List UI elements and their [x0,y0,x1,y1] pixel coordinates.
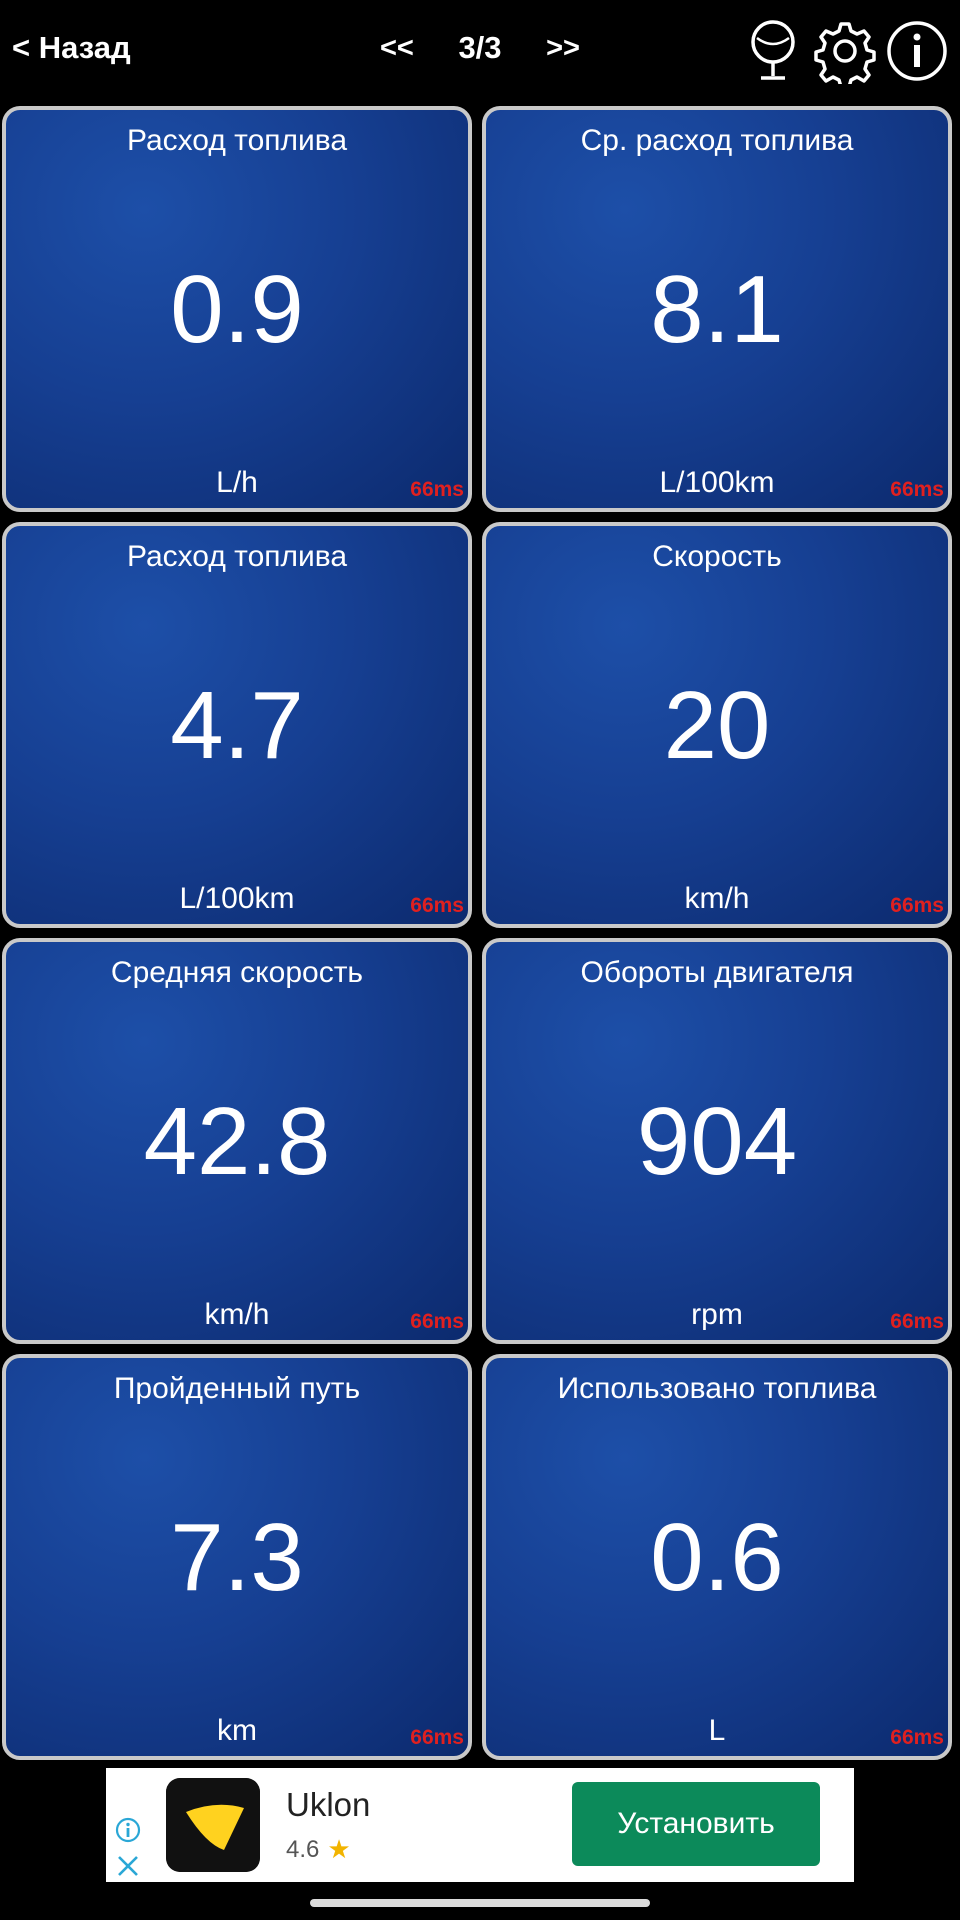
ad-info-icon[interactable] [114,1816,142,1844]
install-button[interactable]: Установить [572,1782,820,1866]
tile-unit: km/h [204,1298,270,1331]
tile-title: Обороты двигателя [580,956,854,989]
tile-value: 20 [663,672,771,779]
tile-latency: 66ms [410,1726,464,1749]
tile-title: Использовано топлива [557,1372,877,1405]
ad-banner[interactable]: Uklon 4.6 ★ Установить [106,1768,854,1882]
tile-value: 8.1 [650,256,784,363]
tile-title: Ср. расход топлива [580,124,854,157]
tile-unit: rpm [691,1298,743,1331]
tile-latency: 66ms [890,894,944,917]
tile-average-speed[interactable]: Средняя скорость 42.8 km/h 66ms [2,938,472,1344]
tile-fuel-rate-l100km[interactable]: Расход топлива 4.7 L/100km 66ms [2,522,472,928]
tile-engine-rpm[interactable]: Обороты двигателя 904 rpm 66ms [482,938,952,1344]
gear-icon[interactable] [812,18,878,84]
tile-unit: L [708,1714,726,1747]
tile-title: Расход топлива [126,540,348,573]
tile-value: 0.6 [650,1504,784,1611]
tile-latency: 66ms [890,478,944,501]
prev-page-button[interactable]: << [380,32,414,65]
tile-fuel-rate-lh[interactable]: Расход топлива 0.9 L/h 66ms [2,106,472,512]
ad-close-icon[interactable] [114,1852,142,1880]
tile-unit: L/100km [659,466,775,499]
back-button[interactable]: < Назад [12,30,131,66]
map-pin-icon[interactable] [740,18,806,84]
tile-title: Расход топлива [126,124,348,157]
tile-latency: 66ms [410,478,464,501]
page-indicator: 3/3 [458,30,502,65]
tile-latency: 66ms [410,1310,464,1333]
star-icon: ★ [327,1834,351,1864]
tile-value: 0.9 [170,256,304,363]
ad-rating-value: 4.6 [286,1835,320,1863]
ad-rating: 4.6 ★ [286,1834,351,1865]
tile-value: 7.3 [170,1504,304,1611]
gesture-nav-handle[interactable] [310,1899,650,1907]
next-page-button[interactable]: >> [546,32,580,65]
info-icon[interactable] [884,18,950,84]
page-navigator: << 3/3 >> [380,30,580,66]
uklon-logo-icon[interactable] [166,1778,260,1872]
tile-unit: L/100km [179,882,295,915]
tile-title: Пройденный путь [113,1372,361,1405]
tile-title: Скорость [652,540,782,573]
tile-value: 42.8 [143,1088,331,1195]
tile-unit: km/h [684,882,750,915]
tile-avg-fuel-consumption[interactable]: Ср. расход топлива 8.1 L/100km 66ms [482,106,952,512]
tile-latency: 66ms [890,1310,944,1333]
tile-unit: km [217,1714,257,1747]
top-bar: < Назад << 3/3 >> [0,0,960,104]
tile-title: Средняя скорость [110,956,364,989]
tile-value: 4.7 [170,672,304,779]
tile-distance-traveled[interactable]: Пройденный путь 7.3 km 66ms [2,1354,472,1760]
tile-latency: 66ms [890,1726,944,1749]
tile-fuel-used[interactable]: Использовано топлива 0.6 L 66ms [482,1354,952,1760]
ad-app-name[interactable]: Uklon [286,1786,370,1824]
gauge-grid: Расход топлива 0.9 L/h 66ms Ср. расход т… [0,104,960,1768]
tile-unit: L/h [216,466,258,499]
tile-speed[interactable]: Скорость 20 km/h 66ms [482,522,952,928]
tile-latency: 66ms [410,894,464,917]
tile-value: 904 [636,1088,798,1195]
